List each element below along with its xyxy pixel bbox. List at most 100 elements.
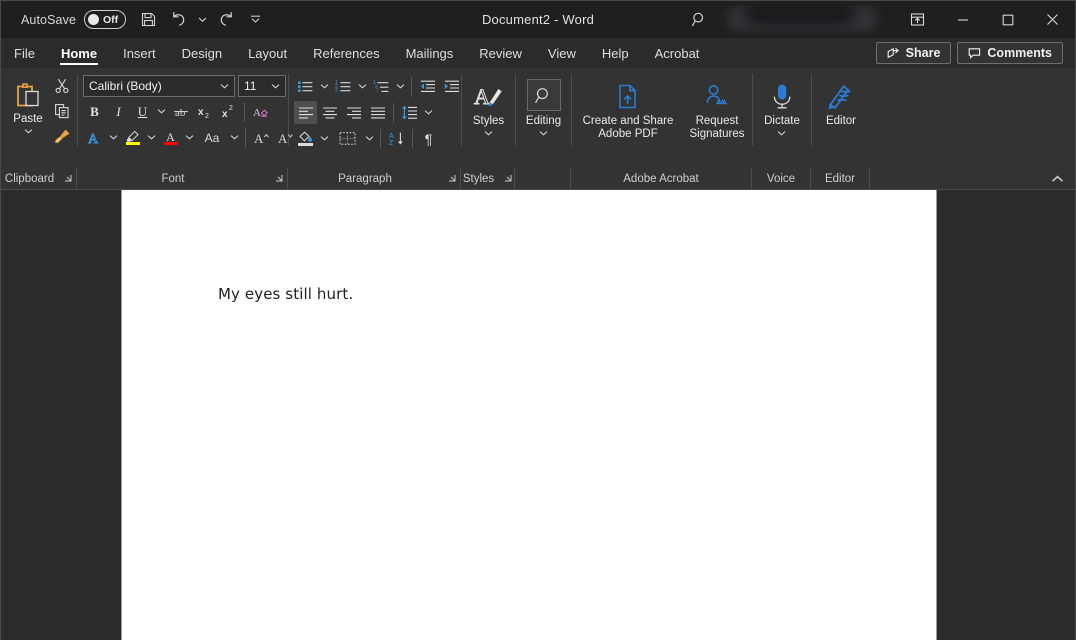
- tab-view[interactable]: View: [535, 38, 589, 68]
- tab-insert[interactable]: Insert: [110, 38, 169, 68]
- account-name-redacted[interactable]: [721, 4, 889, 36]
- bullets-icon[interactable]: [294, 75, 317, 98]
- tab-mailings[interactable]: Mailings: [393, 38, 467, 68]
- share-button[interactable]: Share: [875, 42, 952, 64]
- text-effects-dropdown-icon[interactable]: [107, 126, 120, 149]
- text-effects-icon[interactable]: A: [83, 126, 106, 149]
- underline-label: U: [137, 103, 148, 119]
- minimize-icon[interactable]: [940, 1, 985, 39]
- request-signatures-button[interactable]: Request Signatures: [686, 76, 748, 143]
- redo-icon[interactable]: [212, 6, 240, 34]
- change-case-button[interactable]: Aa: [197, 126, 227, 149]
- title-bar-right: [677, 1, 1075, 38]
- styles-dropdown-icon[interactable]: [484, 128, 493, 138]
- increase-indent-icon[interactable]: [440, 75, 463, 98]
- font-color-button[interactable]: A: [159, 126, 182, 149]
- format-painter-icon[interactable]: [50, 124, 74, 148]
- font-name-combobox[interactable]: Calibri (Body): [83, 75, 235, 97]
- borders-dropdown-icon[interactable]: [363, 127, 376, 150]
- justify-icon[interactable]: [366, 101, 389, 124]
- multilevel-list-icon[interactable]: 1 a i: [370, 75, 393, 98]
- editor-button[interactable]: Editor: [818, 76, 864, 130]
- autosave-toggle[interactable]: Off: [84, 10, 127, 29]
- document-paragraph[interactable]: My eyes still hurt.: [218, 285, 353, 303]
- font-size-combobox[interactable]: 11: [238, 75, 286, 97]
- align-left-icon[interactable]: [294, 101, 317, 124]
- bullets-dropdown-icon[interactable]: [318, 75, 331, 98]
- chevron-down-icon[interactable]: [217, 83, 232, 90]
- clear-formatting-icon[interactable]: A: [249, 100, 272, 123]
- search-icon[interactable]: [677, 1, 721, 39]
- grow-font-icon[interactable]: A: [250, 126, 273, 149]
- styles-button[interactable]: A Styles: [466, 76, 512, 140]
- underline-dropdown-icon[interactable]: [155, 100, 168, 123]
- numbering-dropdown-icon[interactable]: [356, 75, 369, 98]
- undo-dropdown-icon[interactable]: [194, 6, 210, 34]
- svg-text:A: A: [88, 132, 99, 146]
- svg-text:A: A: [474, 84, 490, 109]
- create-and-share-adobe-pdf-button[interactable]: Create and Share Adobe PDF: [576, 76, 680, 143]
- editing-button[interactable]: Editing: [521, 76, 567, 140]
- numbering-icon[interactable]: 1 2 3: [332, 75, 355, 98]
- tab-file[interactable]: File: [1, 38, 48, 68]
- bold-button[interactable]: B: [83, 100, 106, 123]
- editing-dropdown-icon[interactable]: [539, 128, 548, 138]
- dictate-dropdown-icon[interactable]: [777, 128, 786, 138]
- align-center-icon[interactable]: [318, 101, 341, 124]
- italic-button[interactable]: I: [107, 100, 130, 123]
- customize-quick-access-toolbar-icon[interactable]: [242, 6, 268, 34]
- paste-dropdown-icon[interactable]: [24, 126, 33, 136]
- font-color-dropdown-icon[interactable]: [183, 126, 196, 149]
- create-pdf-icon: [613, 78, 643, 112]
- decrease-indent-icon[interactable]: [416, 75, 439, 98]
- request-signatures-label-line2: Signatures: [689, 128, 745, 140]
- show-formatting-marks-icon[interactable]: ¶: [417, 127, 440, 150]
- document-canvas[interactable]: My eyes still hurt.: [0, 190, 1076, 640]
- change-case-dropdown-icon[interactable]: [228, 126, 241, 149]
- editor-pen-icon: [826, 78, 856, 112]
- line-spacing-dropdown-icon[interactable]: [422, 101, 435, 124]
- svg-text:2: 2: [229, 105, 233, 112]
- paste-button[interactable]: Paste: [6, 72, 50, 138]
- copy-icon[interactable]: [50, 99, 74, 123]
- tab-acrobat[interactable]: Acrobat: [642, 38, 713, 68]
- tab-help[interactable]: Help: [589, 38, 642, 68]
- tab-review[interactable]: Review: [466, 38, 535, 68]
- shading-dropdown-icon[interactable]: [318, 127, 331, 150]
- close-icon[interactable]: [1030, 1, 1075, 39]
- sort-icon[interactable]: A Z: [385, 127, 408, 150]
- group-label-adobe-acrobat: Adobe Acrobat: [571, 168, 752, 189]
- change-case-label: Aa: [204, 130, 220, 145]
- document-page[interactable]: My eyes still hurt.: [121, 190, 937, 640]
- subscript-icon[interactable]: x 2: [193, 100, 216, 123]
- save-icon[interactable]: [134, 6, 162, 34]
- highlight-color-button[interactable]: [121, 126, 144, 149]
- underline-button[interactable]: U: [131, 100, 154, 123]
- chevron-down-icon[interactable]: [268, 83, 283, 90]
- highlight-color-dropdown-icon[interactable]: [145, 126, 158, 149]
- ribbon-display-options-icon[interactable]: [895, 1, 940, 39]
- cut-icon[interactable]: [50, 74, 74, 98]
- tab-references[interactable]: References: [300, 38, 392, 68]
- line-spacing-icon[interactable]: [398, 101, 421, 124]
- tab-layout[interactable]: Layout: [235, 38, 300, 68]
- borders-icon[interactable]: [332, 127, 362, 150]
- multilevel-list-dropdown-icon[interactable]: [394, 75, 407, 98]
- shading-button[interactable]: [294, 127, 317, 150]
- styles-dialog-launcher-icon[interactable]: [503, 174, 512, 183]
- dictate-button[interactable]: Dictate: [758, 76, 806, 140]
- collapse-ribbon-icon[interactable]: [1039, 168, 1075, 189]
- divider: [411, 76, 412, 97]
- tab-home[interactable]: Home: [48, 38, 110, 68]
- superscript-icon[interactable]: x 2: [217, 100, 240, 123]
- align-right-icon[interactable]: [342, 101, 365, 124]
- tab-design[interactable]: Design: [169, 38, 235, 68]
- autosave-control[interactable]: AutoSave Off: [13, 8, 132, 31]
- undo-icon[interactable]: [164, 6, 192, 34]
- clipboard-dialog-launcher-icon[interactable]: [63, 174, 72, 183]
- maximize-icon[interactable]: [985, 1, 1030, 39]
- font-dialog-launcher-icon[interactable]: [274, 174, 283, 183]
- comments-button[interactable]: Comments: [957, 42, 1063, 64]
- strikethrough-icon[interactable]: ab: [169, 100, 192, 123]
- paragraph-dialog-launcher-icon[interactable]: [447, 174, 456, 183]
